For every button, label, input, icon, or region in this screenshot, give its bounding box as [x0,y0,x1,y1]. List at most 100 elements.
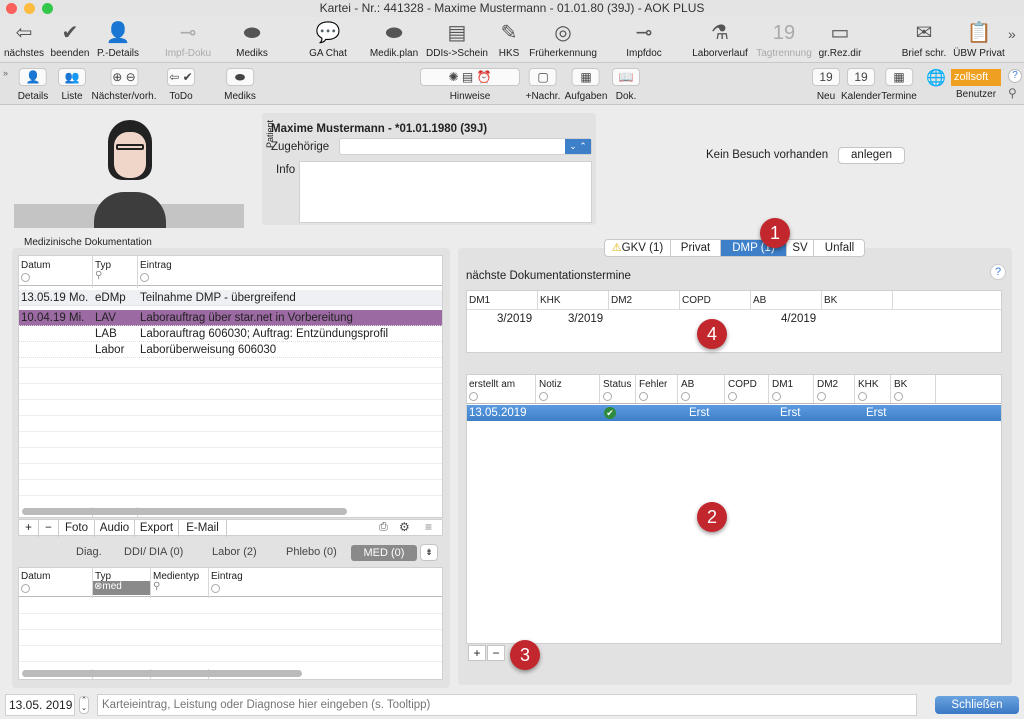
close-button[interactable]: Schließen [935,696,1019,714]
toolbar-p-details-button[interactable]: 👤 P.-Details [97,19,139,59]
column-header-datum[interactable]: Datum [21,260,50,271]
filter-circle-icon[interactable] [858,392,867,401]
dmp-column-header[interactable]: BK [894,379,907,390]
search-filter-icon[interactable]: ⚲ [95,270,102,281]
toolbar2-mediks-button[interactable]: ⬬ Mediks [224,63,256,102]
toolbar-mediks-button[interactable]: ⬬ Mediks [236,19,268,59]
subtab-2[interactable]: Labor (2) [212,546,257,558]
toolbar-impf-doku-button[interactable]: ⊸ Impf-Doku [165,19,211,59]
filter-circle-icon[interactable] [469,392,478,401]
minimize-window-button[interactable] [24,3,35,14]
toolbar-ddis-schein-button[interactable]: ▤ DDIs->Schein [426,19,488,59]
next-column-header[interactable]: AB [753,295,766,306]
subtab-1[interactable]: DDI/ DIA (0) [124,546,183,558]
create-visit-button[interactable]: anlegen [838,147,905,164]
filter-circle-icon[interactable] [639,392,648,401]
search-filter-icon[interactable]: ⚲ [153,581,160,592]
horizontal-scrollbar[interactable] [22,508,347,515]
filter-circle-icon[interactable] [21,584,30,593]
toolbar-medik-plan-button[interactable]: ⬬ Medik.plan [370,19,418,59]
toolbar2-termine-button[interactable]: ▦ Termine [881,63,917,102]
toolbar-impfdoc-button[interactable]: ⊸ Impfdoc [626,19,662,59]
table-row[interactable]: 13.05.19 Mo. eDMp Teilnahme DMP - übergreif… [19,290,442,306]
table-row[interactable]: 10.04.19 Mi. LAV Laborauftrag über star.net… [19,310,442,326]
globe-icon[interactable]: 🌐 [926,68,946,88]
print-icon[interactable]: ⎙ [379,521,388,534]
toolbar2-aufgaben-button[interactable]: ▦ Aufgaben [565,63,607,102]
toolbar-brief-schr--button[interactable]: ✉ Brief schr. [902,19,946,59]
info-textarea[interactable] [299,161,592,223]
toolbar2-dok--button[interactable]: 📖 Dok. [612,63,640,102]
toolbar-beenden-button[interactable]: ✔ beenden [51,19,90,59]
table-row[interactable]: LAB Laborauftrag 606030; Auftrag: Entzünd… [19,326,442,342]
next-column-header[interactable]: BK [824,295,837,306]
dmp-column-header[interactable]: COPD [728,379,757,390]
next-column-header[interactable]: DM1 [469,295,490,306]
toolbar2-neu-button[interactable]: 19 Neu [812,63,840,102]
date-field[interactable]: 13.05. 2019 [5,694,75,716]
user-badge[interactable]: zollsoft [951,69,1001,86]
med-doc-export-button[interactable]: Export [135,520,179,537]
table-row[interactable]: 13.05.2019 ✔ Erst Erst Erst [467,405,1001,421]
filter-circle-icon[interactable] [772,392,781,401]
next-column-header[interactable]: KHK [540,295,561,306]
search-icon[interactable]: ⚲ [1008,86,1017,100]
med-doc-foto-button[interactable]: Foto [59,520,95,537]
med-doc-add-button[interactable]: + [19,520,39,537]
help-icon[interactable]: ? [990,264,1006,280]
med-doc-remove-button[interactable]: − [39,520,59,537]
gear-icon[interactable]: ⚙ [399,520,410,534]
toolbar-laborverlauf-button[interactable]: ⚗ Laborverlauf [692,19,748,59]
med-doc-audio-button[interactable]: Audio [95,520,135,537]
filter-circle-icon[interactable] [140,273,149,282]
column-header-datum[interactable]: Datum [21,571,50,582]
close-window-button[interactable] [6,3,17,14]
column-header-eintrag[interactable]: Eintrag [211,571,243,582]
toolbar-ga-chat-button[interactable]: 💬 GA Chat [309,19,347,59]
toolbar2-kalender-button[interactable]: 19 Kalender [841,63,881,102]
toolbar2-nächster-vorh--button[interactable]: ⊕ ⊖ Nächster/vorh. [91,63,157,102]
toolbar2-liste-button[interactable]: 👥 Liste [58,63,86,102]
subtab-0[interactable]: Diag. [76,546,102,558]
toolbar2-hinweise-button[interactable]: ✺ ▤ ⏰ Hinweise [420,63,520,102]
toolbar-gr-rez-dir-button[interactable]: ▭ gr.Rez.dir [819,19,862,59]
entry-input[interactable] [97,694,917,716]
date-stepper[interactable]: ⌃ ⌄ [79,696,89,714]
dmp-column-header[interactable]: Status [603,379,631,390]
filter-circle-icon[interactable] [539,392,548,401]
billing-tab-sv[interactable]: SV [787,240,814,256]
filter-circle-icon[interactable] [603,392,612,401]
toolbar-overflow-button[interactable]: » [1008,26,1016,42]
med-doc-email-button[interactable]: E-Mail [179,520,227,537]
chevron-down-icon[interactable]: ⌄ ⌃ [565,139,591,154]
collapse-chevron-icon[interactable]: » [3,68,8,78]
toolbar-übw-privat-button[interactable]: 📋 ÜBW Privat [953,19,1005,59]
relatives-select[interactable]: ⌄ ⌃ [339,138,592,155]
dmp-column-header[interactable]: DM1 [772,379,793,390]
filter-circle-icon[interactable] [681,392,690,401]
toolbar-früherkennung-button[interactable]: ◎ Früherkennung [529,19,597,59]
filter-circle-icon[interactable] [817,392,826,401]
billing-tab-gkv[interactable]: ⚠GKV (1) [605,240,671,256]
help-icon[interactable]: ? [1008,69,1022,83]
table-row[interactable]: Labor Laborüberweisung 606030 [19,342,442,358]
filter-circle-icon[interactable] [728,392,737,401]
dmp-column-header[interactable]: erstellt am [469,379,515,390]
billing-tab-privat[interactable]: Privat [671,240,721,256]
filter-circle-icon[interactable] [894,392,903,401]
horizontal-scrollbar[interactable] [22,670,302,677]
dmp-column-header[interactable]: Fehler [639,379,667,390]
remove-dmp-button[interactable]: − [487,645,505,661]
toolbar2-todo-button[interactable]: ⇦ ✔ ToDo [167,63,195,102]
subtab-3[interactable]: Phlebo (0) [286,546,337,558]
dmp-column-header[interactable]: DM2 [817,379,838,390]
billing-tab-unfall[interactable]: Unfall [814,240,864,256]
dmp-column-header[interactable]: Notiz [539,379,562,390]
dmp-column-header[interactable]: AB [681,379,694,390]
expand-tabs-button[interactable]: ⇟ [420,544,438,561]
typ-filter-token[interactable]: ⊗med [92,581,150,595]
toolbar-hks-button[interactable]: ✎ HKS [499,19,520,59]
filter-circle-icon[interactable] [211,584,220,593]
subtab-4[interactable]: MED (0) [351,545,417,561]
dmp-column-header[interactable]: KHK [858,379,879,390]
